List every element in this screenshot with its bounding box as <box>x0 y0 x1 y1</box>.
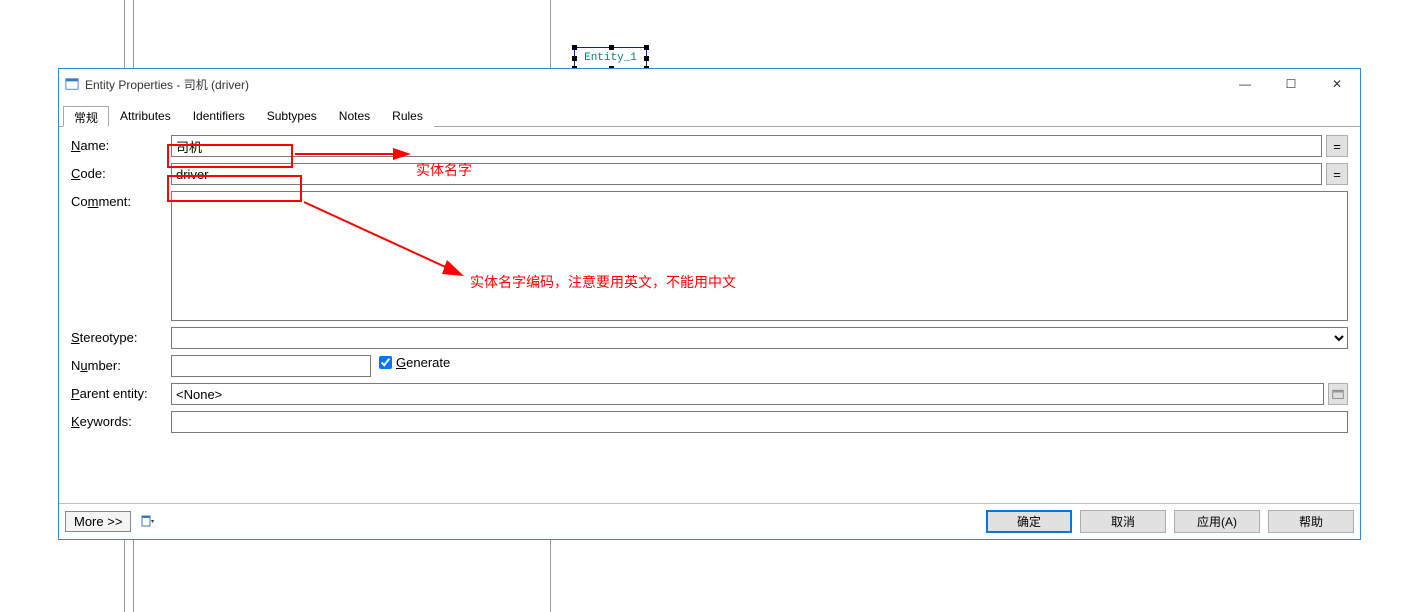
generate-checkbox[interactable] <box>379 356 392 369</box>
entity-properties-dialog: Entity Properties - 司机 (driver) — ☐ ✕ 常规… <box>58 68 1361 540</box>
number-label: Number: <box>71 355 171 373</box>
code-input[interactable] <box>171 163 1322 185</box>
generate-label-text: enerate <box>406 355 450 370</box>
tab-identifiers[interactable]: Identifiers <box>182 106 256 127</box>
entity-icon <box>65 77 79 91</box>
resize-handle[interactable] <box>644 56 649 61</box>
tab-attributes[interactable]: Attributes <box>109 106 182 127</box>
cancel-button[interactable]: 取消 <box>1080 510 1166 533</box>
minimize-button[interactable]: — <box>1222 69 1268 99</box>
name-label: Name: <box>71 135 171 153</box>
form-body: Name: = Code: = Comment: Stereotype: Num… <box>59 127 1360 443</box>
browse-icon <box>1332 388 1344 400</box>
comment-label: Comment: <box>71 191 171 209</box>
help-button[interactable]: 帮助 <box>1268 510 1354 533</box>
code-label: Code: <box>71 163 171 181</box>
code-equals-button[interactable]: = <box>1326 163 1348 185</box>
window-title: Entity Properties - 司机 (driver) <box>85 76 249 93</box>
ok-button[interactable]: 确定 <box>986 510 1072 533</box>
tab-bar: 常规 Attributes Identifiers Subtypes Notes… <box>59 105 1360 127</box>
dialog-bottom-bar: More >> 确定 取消 应用(A) 帮助 <box>59 503 1360 539</box>
tab-rules[interactable]: Rules <box>381 106 434 127</box>
name-input[interactable] <box>171 135 1322 157</box>
comment-textarea[interactable] <box>171 191 1348 321</box>
action-menu-button[interactable] <box>137 511 159 533</box>
keywords-label: Keywords: <box>71 411 171 429</box>
name-equals-button[interactable]: = <box>1326 135 1348 157</box>
resize-handle[interactable] <box>572 45 577 50</box>
tab-subtypes[interactable]: Subtypes <box>256 106 328 127</box>
stereotype-select[interactable] <box>171 327 1348 349</box>
maximize-button[interactable]: ☐ <box>1268 69 1314 99</box>
parent-label: Parent entity: <box>71 383 171 401</box>
resize-handle[interactable] <box>572 56 577 61</box>
resize-handle[interactable] <box>609 45 614 50</box>
close-button[interactable]: ✕ <box>1314 69 1360 99</box>
maximize-icon: ☐ <box>1286 77 1297 91</box>
resize-handle[interactable] <box>644 45 649 50</box>
action-menu-icon <box>140 514 156 530</box>
diagram-entity-label: Entity_1 <box>584 52 637 64</box>
tab-general[interactable]: 常规 <box>63 106 109 127</box>
more-button[interactable]: More >> <box>65 511 131 532</box>
parent-browse-button[interactable] <box>1328 383 1348 405</box>
minimize-icon: — <box>1239 77 1251 91</box>
titlebar[interactable]: Entity Properties - 司机 (driver) — ☐ ✕ <box>59 69 1360 99</box>
keywords-input[interactable] <box>171 411 1348 433</box>
tab-notes[interactable]: Notes <box>328 106 381 127</box>
apply-button[interactable]: 应用(A) <box>1174 510 1260 533</box>
close-icon: ✕ <box>1332 77 1342 91</box>
stereotype-label: Stereotype: <box>71 327 171 345</box>
generate-checkbox-label[interactable]: Generate <box>379 355 450 370</box>
diagram-entity-box[interactable]: Entity_1 <box>574 47 647 69</box>
number-input[interactable] <box>171 355 371 377</box>
parent-entity-input[interactable] <box>171 383 1324 405</box>
